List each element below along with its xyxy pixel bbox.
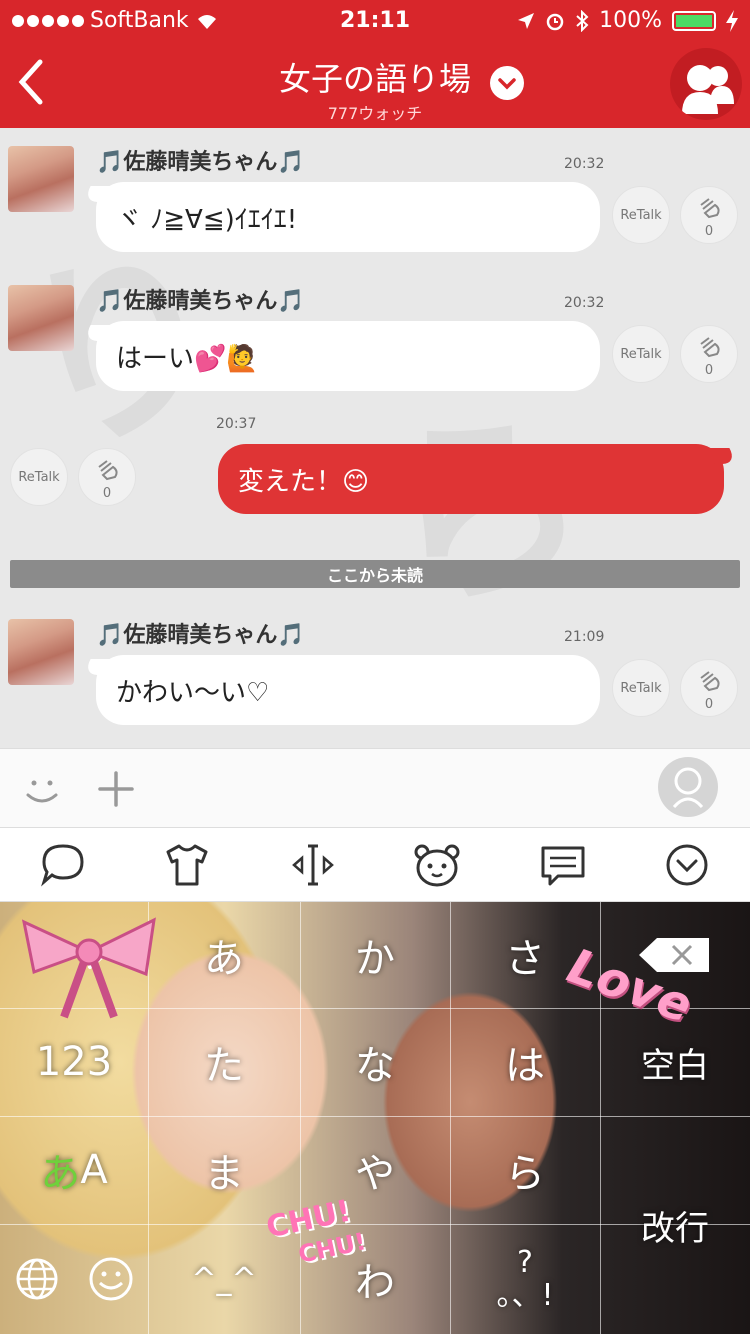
- message-text: ヾ ﾉ≧∀≦)ｲｴｲｴ!: [116, 204, 298, 235]
- speech-bubble-icon[interactable]: [38, 840, 88, 890]
- avatar[interactable]: [8, 285, 74, 351]
- message-text: 変えた！😊: [238, 466, 370, 497]
- battery-icon: [672, 10, 716, 31]
- clap-icon: [98, 460, 118, 481]
- chat-area[interactable]: り ら 🎵佐藤晴美ちゃん🎵 20:32 ヾ ﾉ≧∀≦)ｲｴｲｴ! ReTalk …: [0, 128, 750, 748]
- avatar[interactable]: [8, 146, 74, 212]
- clap-count: 0: [102, 486, 112, 501]
- retalk-button[interactable]: ReTalk: [10, 448, 68, 506]
- ribbon-sticker: [21, 917, 156, 1019]
- clap-count: 0: [704, 363, 714, 378]
- clap-button[interactable]: 0: [680, 325, 738, 383]
- battery-percent: 100%: [599, 8, 662, 33]
- retalk-button[interactable]: ReTalk: [612, 325, 670, 383]
- cursor-move-icon[interactable]: [288, 840, 338, 890]
- key-punctuation[interactable]: ? 。、!: [450, 1224, 600, 1334]
- chevron-down-icon: [498, 78, 516, 90]
- page-title: 女子の語り場: [278, 60, 471, 98]
- clap-count: 0: [704, 224, 714, 239]
- return-key[interactable]: 改行: [600, 1116, 750, 1334]
- people-icon: [682, 65, 734, 114]
- flick-keyboard: あ か さ 123 た な は 空白 あA ま や ら 改行 ^_^ わ ? 。…: [0, 902, 750, 1334]
- emoji-key[interactable]: [74, 1224, 148, 1334]
- tshirt-icon[interactable]: [162, 840, 212, 890]
- message-text: はーい💕🙋: [116, 343, 259, 374]
- message-time: 20:37: [216, 416, 257, 432]
- charging-icon: [726, 9, 738, 32]
- key-input-mode[interactable]: あA: [0, 1116, 148, 1224]
- retalk-button[interactable]: ReTalk: [612, 186, 670, 244]
- clap-icon: [700, 337, 720, 358]
- retalk-button[interactable]: ReTalk: [612, 659, 670, 717]
- keyboard-toolbar: [0, 828, 750, 902]
- smiley-button[interactable]: [20, 767, 64, 811]
- key-ha[interactable]: は: [450, 1008, 600, 1116]
- key-ra[interactable]: ら: [450, 1116, 600, 1224]
- title-dropdown-button[interactable]: [490, 66, 524, 100]
- chevron-down-icon[interactable]: [662, 840, 712, 890]
- clap-icon: [700, 671, 720, 692]
- sender-name: 🎵佐藤晴美ちゃん🎵: [96, 289, 305, 314]
- key-ta[interactable]: た: [148, 1008, 300, 1116]
- key-na[interactable]: な: [300, 1008, 450, 1116]
- globe-key[interactable]: [0, 1224, 74, 1334]
- message-bubble[interactable]: 変えた！😊: [218, 444, 724, 514]
- status-bar: SoftBank 21:11 100%: [0, 0, 750, 40]
- message-bubble[interactable]: かわい〜い♡: [96, 655, 600, 725]
- key-a[interactable]: あ: [148, 902, 300, 1008]
- page-subtitle: 777ウォッチ: [327, 104, 423, 123]
- sender-name: 🎵佐藤晴美ちゃん🎵: [96, 150, 305, 175]
- voice-button[interactable]: [658, 757, 718, 817]
- message-bubble[interactable]: はーい💕🙋: [96, 321, 600, 391]
- bluetooth-icon: [576, 9, 589, 32]
- room-members-button[interactable]: [670, 48, 742, 120]
- message-list-icon[interactable]: [538, 840, 588, 890]
- smiley-icon: [89, 1257, 133, 1301]
- clap-button[interactable]: 0: [78, 448, 136, 506]
- add-button[interactable]: [96, 769, 136, 809]
- message-time: 21:09: [564, 629, 605, 645]
- chat-header: 女子の語り場 777ウォッチ: [0, 40, 750, 128]
- key-ka[interactable]: か: [300, 902, 450, 1008]
- alarm-icon: [546, 13, 564, 30]
- clap-count: 0: [704, 697, 714, 712]
- message-bubble[interactable]: ヾ ﾉ≧∀≦)ｲｴｲｴ!: [96, 182, 600, 252]
- sender-name: 🎵佐藤晴美ちゃん🎵: [96, 623, 305, 648]
- location-icon: [518, 12, 535, 29]
- bear-face-icon[interactable]: [412, 840, 462, 890]
- clap-icon: [700, 198, 720, 219]
- message-text: かわい〜い♡: [116, 677, 270, 708]
- clap-button[interactable]: 0: [680, 659, 738, 717]
- person-icon: [672, 767, 704, 809]
- key-numbers[interactable]: 123: [0, 1008, 148, 1116]
- clap-button[interactable]: 0: [680, 186, 738, 244]
- message-time: 20:32: [564, 156, 605, 172]
- message-time: 20:32: [564, 295, 605, 311]
- message-input-bar: [0, 748, 750, 828]
- globe-icon: [16, 1258, 58, 1300]
- avatar[interactable]: [8, 619, 74, 685]
- unread-divider: ここから未読: [10, 560, 740, 588]
